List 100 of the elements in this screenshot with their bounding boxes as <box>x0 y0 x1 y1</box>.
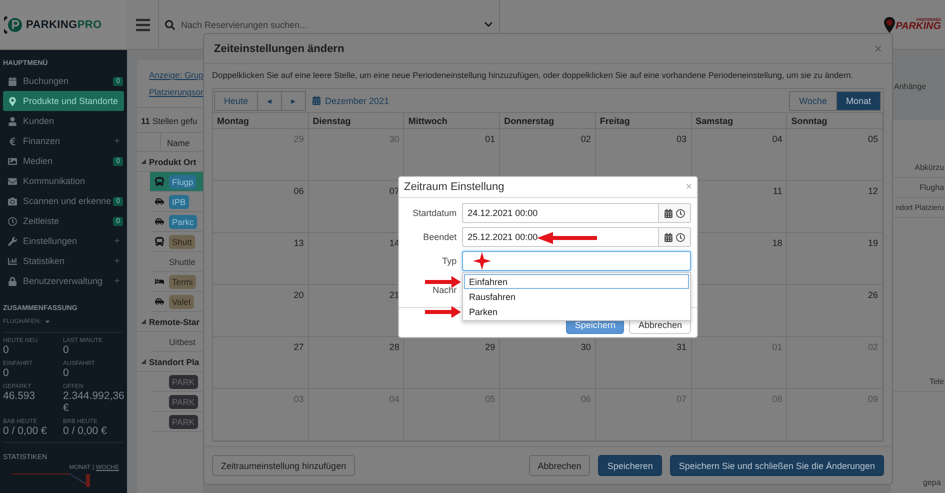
close-button[interactable]: × <box>686 182 692 192</box>
logo-text: PARKINGPRO <box>26 18 102 30</box>
bus-icon <box>155 237 164 246</box>
group-title: Remote-Star <box>149 316 200 326</box>
day-number: 20 <box>294 290 304 300</box>
stat-value: 0 / 0,00 € <box>3 425 48 437</box>
month-link[interactable]: Dezember 2021 <box>312 96 390 106</box>
day-number: 19 <box>868 238 878 248</box>
table-row[interactable]: IPB <box>150 192 203 212</box>
table-row[interactable]: Termi <box>150 272 203 292</box>
calendar-icon[interactable] <box>664 208 673 218</box>
clock-icon[interactable] <box>676 208 685 218</box>
previous-button[interactable]: ◂ <box>257 90 282 110</box>
search-icon <box>165 20 175 30</box>
calendar-cell[interactable]: 13 <box>213 233 309 285</box>
calendar-cell[interactable]: 26 <box>787 285 883 337</box>
clock-icon[interactable] <box>676 232 685 242</box>
hint-text: Doppelklicken Sie auf eine leere Stelle, um eine neue Periodeneinstellung hinzuzufügen, oder doppelklicken Sie auf eine vorhandene Periodeneinstellung, um sie zu ändern. <box>212 70 854 80</box>
stat-value: 0 <box>63 344 70 356</box>
footer-button[interactable]: Speicheren <box>598 455 662 476</box>
clock-icon <box>8 216 17 226</box>
location-tag: Parkc <box>169 214 197 228</box>
table-row[interactable]: Shutt <box>150 232 203 252</box>
chevron-icon[interactable] <box>484 20 493 29</box>
search-field[interactable]: Nach Reservierungen suchen... <box>179 18 480 30</box>
field-label: Typ <box>441 256 457 266</box>
next-button[interactable]: ▸ <box>281 90 306 110</box>
weekday-header: Montag <box>213 113 309 129</box>
day-number: 28 <box>389 342 400 352</box>
stat-value: 0 <box>3 367 10 379</box>
day-number: 27 <box>294 342 304 352</box>
calendar-cell[interactable]: 06 <box>213 181 309 233</box>
weekday-header: Freitag <box>596 113 692 129</box>
stat-value: 0 <box>63 367 70 379</box>
expand-sign: + <box>114 276 120 286</box>
day-number: 26 <box>868 290 878 300</box>
expand-sign: + <box>114 236 120 246</box>
table-row[interactable]: PARK <box>150 392 203 412</box>
location-tag: IPB <box>169 194 189 208</box>
table-row[interactable]: PARK <box>150 372 203 392</box>
bar-chart-icon <box>8 256 17 266</box>
car-icon <box>155 297 164 306</box>
type-select-field[interactable] <box>462 251 691 271</box>
filter-link[interactable]: Anzeige: Grup <box>137 60 203 84</box>
calendar-cell[interactable]: 20 <box>213 285 309 337</box>
day-number: 13 <box>294 238 304 248</box>
view-tab[interactable]: Monat <box>836 90 881 110</box>
car-icon <box>155 217 164 226</box>
car-icon <box>155 197 164 206</box>
stat-value: 0 / 0,00 € <box>63 425 108 437</box>
brand-name: PARKING <box>896 22 941 32</box>
date-time-field[interactable]: 25.12.2021 00:00 <box>462 227 691 247</box>
sidebar-item[interactable]: Benutzerverwaltung + <box>3 271 124 291</box>
sidebar-item[interactable]: Kommunikation <box>3 171 124 191</box>
location-tag: Shutt <box>169 234 195 248</box>
calendar-cell[interactable]: 27 <box>213 337 309 389</box>
filter-link[interactable]: Platzierungsor <box>137 84 203 101</box>
sidebar-item[interactable]: Produkte und Standorte <box>3 91 124 111</box>
sidebar-item[interactable]: Einstellungen + <box>3 231 124 251</box>
field-label: Nachr <box>432 285 457 295</box>
dropdown-option[interactable]: Rausfahren <box>464 289 689 304</box>
weekday-header: Mittwoch <box>404 113 500 129</box>
menu-icon <box>134 16 150 32</box>
day-number: 14 <box>389 238 400 248</box>
table-cell: Uitbest <box>169 336 196 346</box>
table-row[interactable]: Flugp <box>150 172 203 192</box>
day-number: 02 <box>580 134 591 144</box>
wrench-icon <box>8 236 17 246</box>
table-cell: Shuttle <box>169 256 196 266</box>
weekday-header: Donnerstag <box>500 113 596 129</box>
footer-button[interactable]: Speichern Sie und schließen Sie die Änderungen <box>670 455 884 476</box>
sidebar-item[interactable]: Statistiken + <box>3 251 124 271</box>
calendar-icon <box>312 96 322 105</box>
today-button[interactable]: Heute <box>214 90 258 110</box>
stat-value: 0 <box>3 344 10 356</box>
day-number: 31 <box>676 342 687 352</box>
table-row[interactable]: Parkc <box>150 212 203 232</box>
image-icon <box>8 156 17 166</box>
sidebar-item[interactable]: Kunden <box>3 111 124 131</box>
day-number: 05 <box>868 134 878 144</box>
calendar-cell[interactable]: 05 <box>787 129 883 181</box>
location-tag: Valet <box>169 294 194 308</box>
calendar-icon[interactable] <box>664 232 673 242</box>
weekday-header: Samstag <box>692 113 788 129</box>
calendar-cell[interactable]: 12 <box>787 181 883 233</box>
sidebar-item[interactable]: Finanzen + <box>3 131 124 151</box>
footer-button[interactable]: Abbrechen <box>528 455 590 476</box>
table-row[interactable]: Valet <box>150 292 203 312</box>
date-time-field[interactable]: 24.12.2021 00:00 <box>462 203 691 223</box>
caret-icon <box>44 318 52 325</box>
add-period-button[interactable]: Zeitraumeinstellung hinzufügen <box>212 455 356 476</box>
lock-icon <box>8 276 17 286</box>
calendar-cell[interactable]: 28 <box>308 337 404 389</box>
view-tab[interactable]: Woche <box>789 90 837 110</box>
section-label: Anhänge <box>893 81 928 93</box>
calendar-cell[interactable]: 19 <box>787 233 883 285</box>
camera-icon <box>8 196 17 206</box>
day-number: 03 <box>676 134 687 144</box>
table-row[interactable]: PARK <box>150 412 203 432</box>
day-number: 30 <box>580 342 591 352</box>
